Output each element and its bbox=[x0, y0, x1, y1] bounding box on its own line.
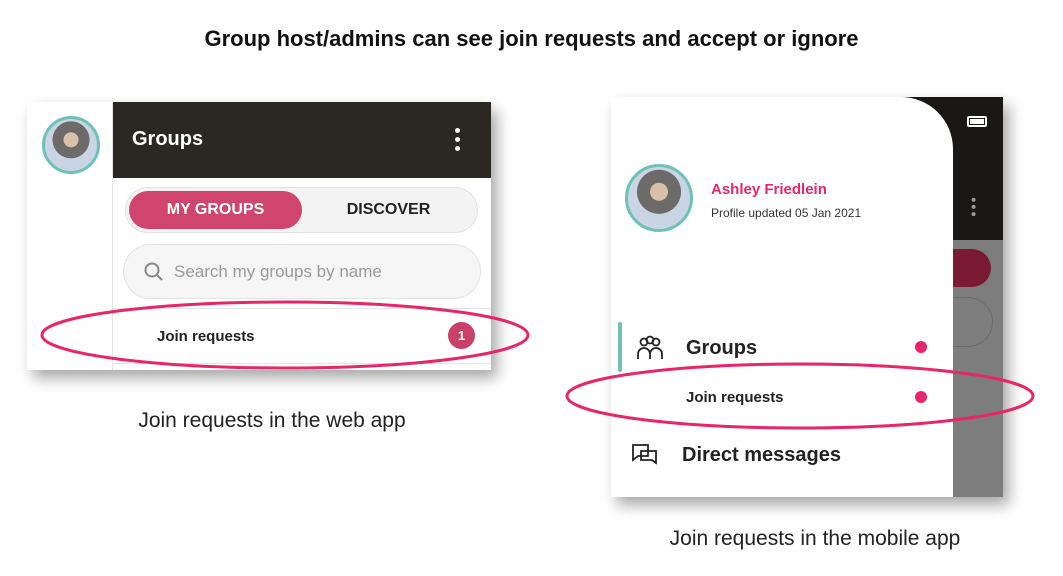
join-requests-notification-dot bbox=[915, 391, 927, 403]
page-title: Group host/admins can see join requests … bbox=[204, 26, 859, 51]
search-input[interactable]: Search my groups by name bbox=[123, 244, 481, 299]
more-options-icon bbox=[971, 197, 977, 220]
nav-direct-messages[interactable]: Direct messages bbox=[682, 444, 841, 467]
avatar[interactable] bbox=[625, 164, 693, 232]
search-icon bbox=[144, 262, 163, 281]
groups-notification-dot bbox=[915, 341, 927, 353]
web-caption: Join requests in the web app bbox=[138, 409, 406, 432]
active-indicator bbox=[618, 322, 622, 372]
join-requests-badge: 1 bbox=[448, 322, 475, 349]
battery-icon bbox=[967, 116, 987, 127]
tab-bar: MY GROUPS DISCOVER bbox=[125, 187, 478, 233]
avatar[interactable] bbox=[42, 116, 100, 174]
header-title: Groups bbox=[132, 128, 204, 150]
tab-my-groups[interactable]: MY GROUPS bbox=[129, 191, 302, 229]
profile-name[interactable]: Ashley Friedlein bbox=[711, 181, 827, 198]
groups-icon bbox=[637, 335, 663, 359]
web-sidebar bbox=[27, 102, 113, 370]
profile-subtitle: Profile updated 05 Jan 2021 bbox=[711, 206, 862, 220]
tab-discover[interactable]: DISCOVER bbox=[302, 191, 475, 229]
direct-messages-icon bbox=[632, 444, 657, 465]
mobile-app-screenshot: Ashley Friedlein Profile updated 05 Jan … bbox=[611, 97, 1003, 497]
join-requests-label: Join requests bbox=[157, 328, 255, 345]
navigation-drawer: Ashley Friedlein Profile updated 05 Jan … bbox=[611, 97, 953, 497]
nav-join-requests[interactable]: Join requests bbox=[686, 389, 784, 406]
web-header: Groups bbox=[113, 102, 491, 178]
search-placeholder: Search my groups by name bbox=[174, 261, 382, 281]
more-options-icon[interactable] bbox=[455, 128, 461, 155]
web-app-screenshot: Groups MY GROUPS DISCOVER Search my grou… bbox=[27, 102, 491, 370]
join-requests-row[interactable]: Join requests 1 bbox=[113, 308, 491, 364]
nav-groups[interactable]: Groups bbox=[686, 337, 757, 360]
mobile-caption: Join requests in the mobile app bbox=[669, 527, 961, 550]
